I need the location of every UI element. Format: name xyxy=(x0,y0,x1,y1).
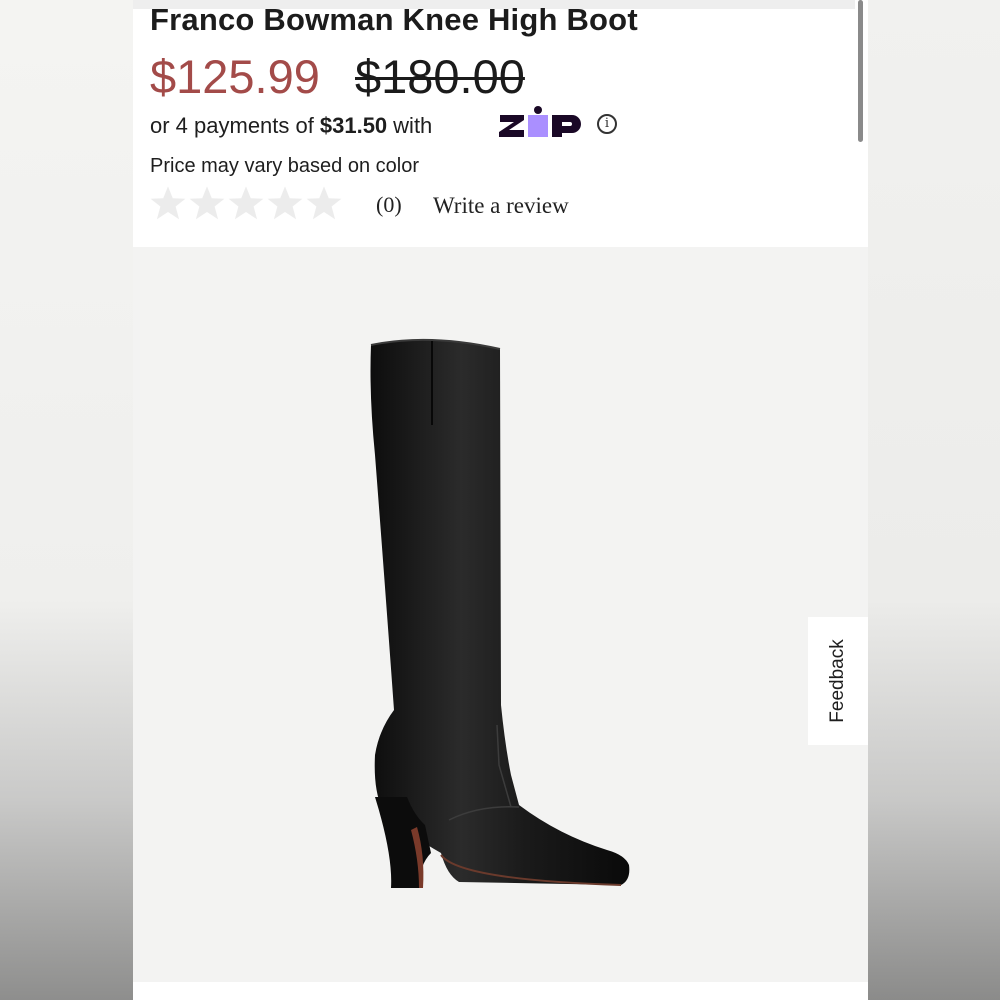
feedback-tab[interactable]: Feedback xyxy=(808,617,868,745)
installment-amount: $31.50 xyxy=(319,113,388,138)
installment-suffix: with xyxy=(393,113,433,138)
original-price: $180.00 xyxy=(355,50,525,103)
info-icon[interactable]: i xyxy=(597,114,617,134)
star-icon xyxy=(306,186,342,220)
product-info-panel: Franco Bowman Knee High Boot $125.99 $18… xyxy=(133,0,868,247)
scrollbar[interactable] xyxy=(858,0,863,142)
background-right xyxy=(868,0,1000,1000)
price-note: Price may vary based on color xyxy=(150,155,420,177)
star-icon xyxy=(150,186,186,220)
sale-price: $125.99 xyxy=(150,50,320,103)
star-icon xyxy=(228,186,264,220)
review-count: (0) xyxy=(376,192,402,217)
background-left xyxy=(0,0,133,1000)
bottom-strip xyxy=(133,982,868,1000)
write-review-link[interactable]: Write a review xyxy=(433,193,569,219)
product-title: Franco Bowman Knee High Boot xyxy=(150,2,638,37)
product-image-boot[interactable] xyxy=(359,335,639,895)
phone-screen: Franco Bowman Knee High Boot $125.99 $18… xyxy=(133,0,868,1000)
rating-stars xyxy=(149,184,344,222)
star-icon xyxy=(189,186,225,220)
zip-logo[interactable] xyxy=(498,105,586,139)
installment-prefix: or 4 payments of xyxy=(150,113,314,138)
star-icon xyxy=(267,186,303,220)
feedback-label: Feedback xyxy=(827,639,848,723)
installment-text: or 4 payments of $31.50 with xyxy=(150,113,432,139)
